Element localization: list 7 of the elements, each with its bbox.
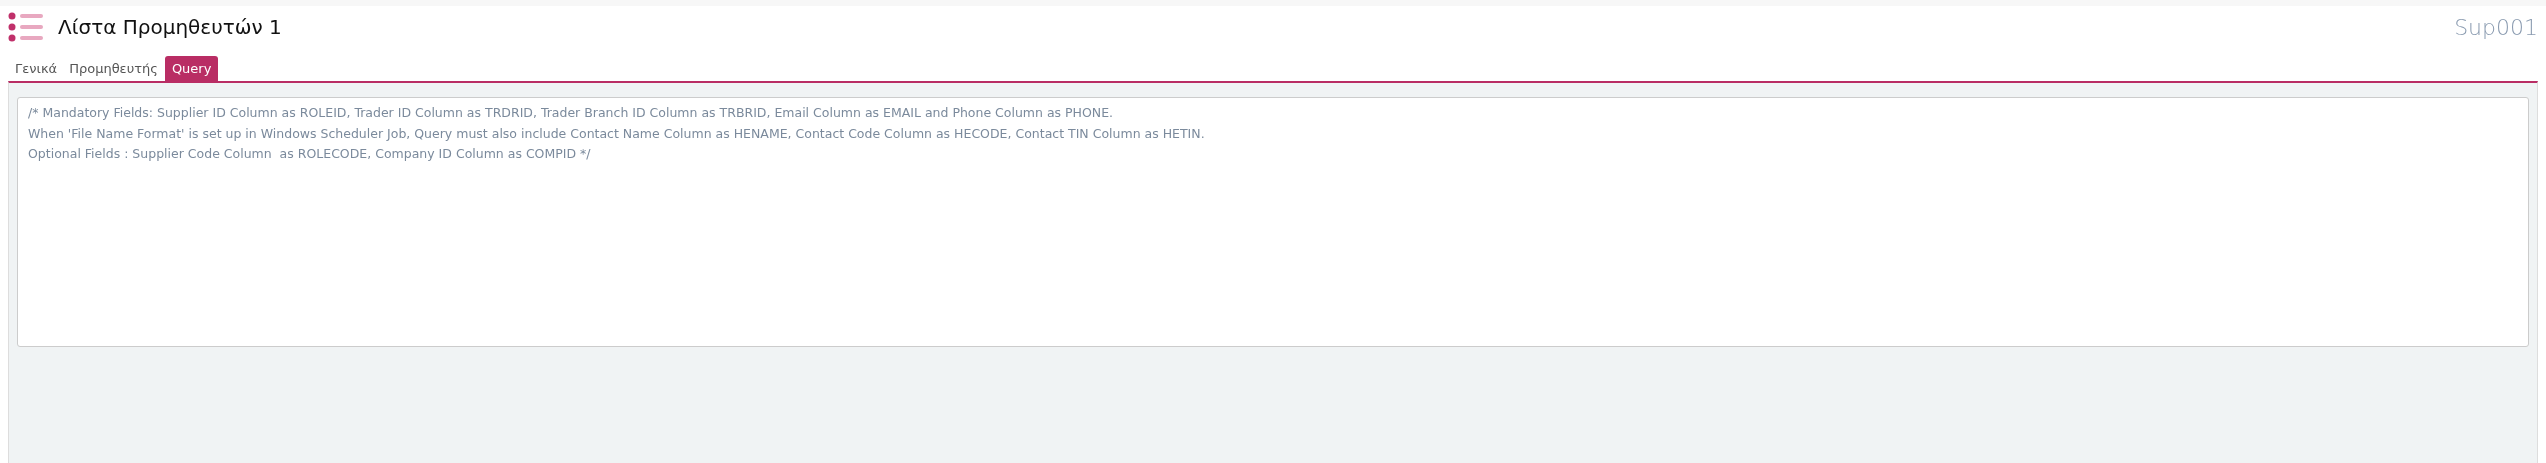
record-code: Sup001 xyxy=(2454,13,2538,42)
tab[interactable]: Γενικά xyxy=(10,56,63,81)
list-menu-icon[interactable] xyxy=(8,12,44,42)
query-field[interactable]: /* Mandatory Fields: Supplier ID Column as ROLEID, Trader ID Column as TRDRID, Trader Branch ID Column as TRBRID, Email Column as EMAIL and Phone Column as PHONE. When 'File Name Format' is set up in Windows Scheduler Job, Query must also include Contact Name Column as HENAME, Contact Code Column as HECODE, Contact TIN Column as HETIN. Optional Fields : Supplier Code Column as ROLECODE, Company ID Column as COMPID */ xyxy=(17,97,2529,347)
page-title: Λίστα Προμηθευτών 1 xyxy=(58,14,282,41)
tab[interactable]: Προμηθευτής xyxy=(64,56,163,81)
tab[interactable]: Query xyxy=(164,56,219,81)
